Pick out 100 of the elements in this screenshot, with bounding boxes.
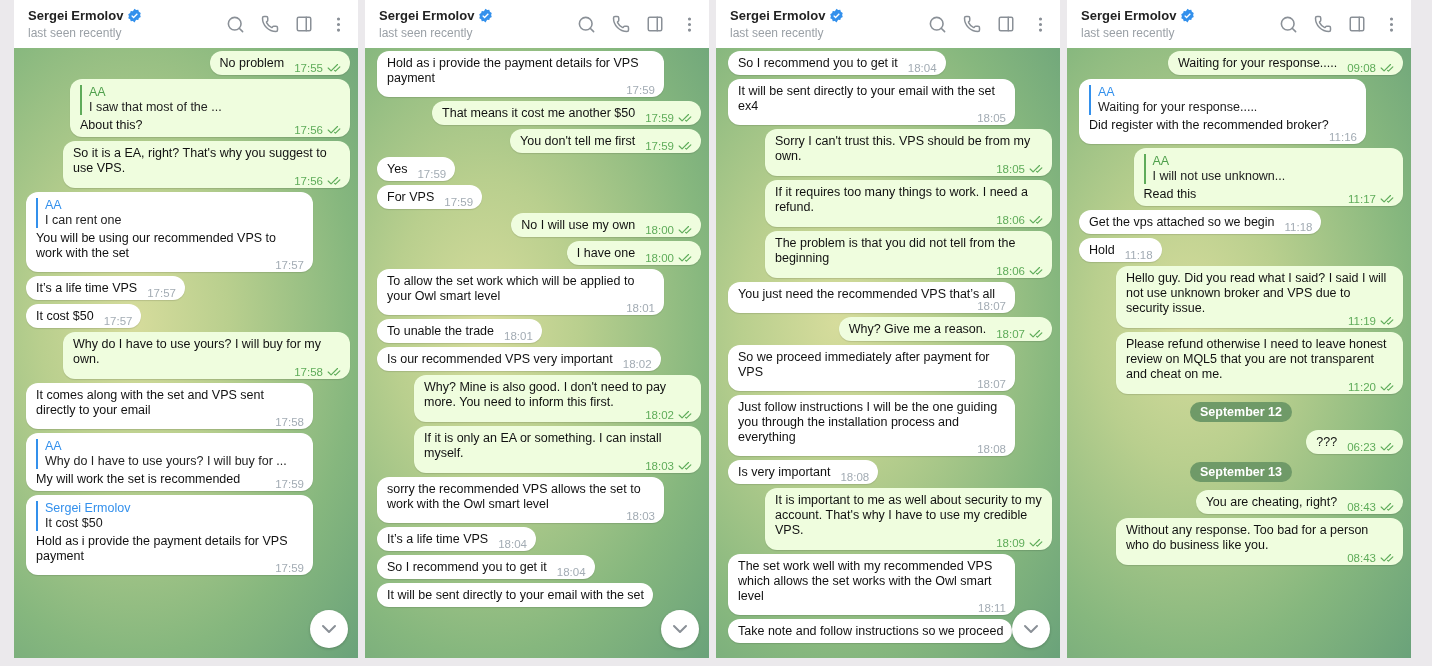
message-text: Just follow instructions I will be the one guiding you through the installation process and everything	[738, 400, 999, 445]
side-panel-icon[interactable]	[997, 15, 1015, 33]
message-text: Did register with the recommended broker?	[1089, 118, 1329, 133]
message-time: 18:07	[977, 378, 1006, 391]
message-time: 18:08	[977, 443, 1006, 456]
reply-quote[interactable]: AA I can rent one	[36, 198, 304, 228]
search-icon[interactable]	[1279, 14, 1298, 34]
search-icon[interactable]	[928, 14, 947, 34]
message-text: No I will use my own	[521, 218, 636, 233]
reply-quote[interactable]: AA Why do I have to use yours? I will buy for ...	[36, 439, 304, 469]
quote-text: I will not use unknown...	[1152, 169, 1287, 184]
message-text: It’s a life time VPS	[387, 532, 489, 547]
quote-author: AA	[45, 439, 63, 454]
message-time: 11:16	[1329, 131, 1357, 144]
quote-text: It cost $50	[45, 516, 104, 531]
message-text: The set work well with my recommended VPS which allows the set works with the Owl smart level	[738, 559, 994, 604]
message-time: 06:23	[1347, 440, 1376, 454]
search-icon[interactable]	[577, 14, 596, 34]
message-time: 17:59	[626, 84, 655, 97]
message-text: Why? Mine is also good. I don't need to pay more. You need to inform this first.	[424, 380, 668, 410]
message-text: It is important to me as well about security to my account. That's why I have to use my credible VPS.	[775, 493, 1043, 538]
phone-icon[interactable]	[612, 15, 630, 33]
message-time: 18:03	[645, 459, 674, 473]
message-time: 18:07	[996, 327, 1025, 341]
message-text: Yes	[387, 162, 408, 177]
phone-icon[interactable]	[963, 15, 981, 33]
message-time: 18:00	[645, 223, 674, 237]
message-time: 11:19	[1348, 314, 1376, 328]
message-time: 17:59	[444, 196, 474, 209]
message-time: 11:20	[1348, 380, 1376, 394]
verified-badge-icon	[1180, 8, 1196, 23]
message-text: sorry the recommended VPS allows the set to work with the Owl smart level	[387, 482, 642, 512]
message-time: 11:17	[1348, 192, 1376, 206]
message-time: 09:08	[1347, 61, 1376, 75]
message-text: Without any response. Too bad for a person who do business like you.	[1126, 523, 1370, 553]
reply-quote[interactable]: AA I saw that most of the ...	[79, 85, 341, 115]
message-text: You are cheating, right?	[1205, 495, 1338, 510]
message-text: No problem	[219, 56, 285, 71]
message-time: 17:57	[275, 259, 304, 272]
message-time: 08:43	[1347, 551, 1376, 565]
message-text: Hold as i provide the payment details for VPS payment	[36, 534, 289, 564]
search-icon[interactable]	[226, 14, 245, 34]
message-time: 17:59	[645, 139, 674, 153]
message-time: 11:18	[1124, 249, 1153, 262]
message-text: So we proceed immediately after payment for VPS	[738, 350, 991, 380]
date-badge: September 12	[1190, 402, 1292, 422]
message-text: It’s a life time VPS	[36, 281, 138, 296]
side-panel-icon[interactable]	[1348, 15, 1366, 33]
contact-status: last seen recently	[28, 26, 123, 40]
reply-quote[interactable]: AA Waiting for your response.....	[1089, 85, 1357, 115]
message-time: 17:56	[294, 123, 323, 137]
message-time: 18:07	[977, 300, 1006, 313]
message-time: 17:55	[294, 61, 323, 75]
message-time: 18:02	[645, 408, 674, 422]
message-time: 18:01	[504, 330, 533, 343]
message-text: For VPS	[387, 190, 435, 205]
message-time: 18:00	[645, 251, 674, 265]
message-time: 18:06	[996, 264, 1025, 278]
message-time: 18:06	[996, 213, 1025, 227]
message-time: 18:04	[907, 62, 937, 75]
message-text: Take note and follow instructions so we proceed	[738, 624, 1004, 639]
message-time: 18:04	[498, 538, 527, 551]
quote-text: Waiting for your response.....	[1098, 100, 1259, 115]
message-text: Hold	[1089, 243, 1115, 258]
message-text: It cost $50	[36, 309, 94, 324]
message-text: I have one	[576, 246, 636, 261]
message-time: 17:57	[103, 315, 133, 328]
phone-icon[interactable]	[1314, 15, 1332, 33]
message-time: 17:58	[294, 365, 323, 379]
message-time: 17:57	[147, 287, 176, 300]
message-time: 18:01	[626, 302, 655, 315]
message-text: Hold as i provide the payment details for VPS payment	[387, 56, 640, 86]
quote-author: AA	[1152, 154, 1171, 169]
date-badge: September 13	[1190, 462, 1292, 482]
quote-author: Sergei Ermolov	[45, 501, 132, 516]
message-text: That means it cost me another $50	[442, 106, 636, 121]
verified-badge-icon	[478, 8, 494, 23]
message-text: You don't tell me first	[520, 134, 636, 149]
message-time: 08:43	[1347, 500, 1376, 514]
message-time: 18:11	[978, 602, 1006, 615]
message-time: 17:59	[275, 478, 304, 491]
message-text: So I recommend you to get it	[387, 560, 547, 575]
message-text: The problem is that you did not tell from the beginning	[775, 236, 1017, 266]
quote-text: I saw that most of the ...	[88, 100, 223, 115]
quote-author: AA	[88, 85, 107, 100]
contact-status: last seen recently	[1081, 26, 1176, 40]
message-text: If it requires too many things to work. I need a refund.	[775, 185, 1029, 215]
reply-quote[interactable]: AA I will not use unknown...	[1143, 154, 1394, 184]
message-text: Waiting for your response.....	[1177, 56, 1338, 71]
phone-icon[interactable]	[261, 15, 279, 33]
side-panel-icon[interactable]	[646, 15, 664, 33]
message-time: 18:08	[840, 471, 870, 484]
message-time: 18:04	[556, 566, 586, 579]
side-panel-icon[interactable]	[295, 15, 313, 33]
reply-quote[interactable]: Sergei Ermolov It cost $50	[36, 501, 304, 531]
message-text: Please refund otherwise I need to leave honest review on MQL5 that you are not transparent and cheat on me.	[1126, 337, 1388, 382]
message-time: 18:05	[977, 112, 1006, 125]
message-text: Read this	[1143, 187, 1197, 202]
contact-status: last seen recently	[379, 26, 474, 40]
message-text: Why do I have to use yours? I will buy for my own.	[73, 337, 323, 367]
